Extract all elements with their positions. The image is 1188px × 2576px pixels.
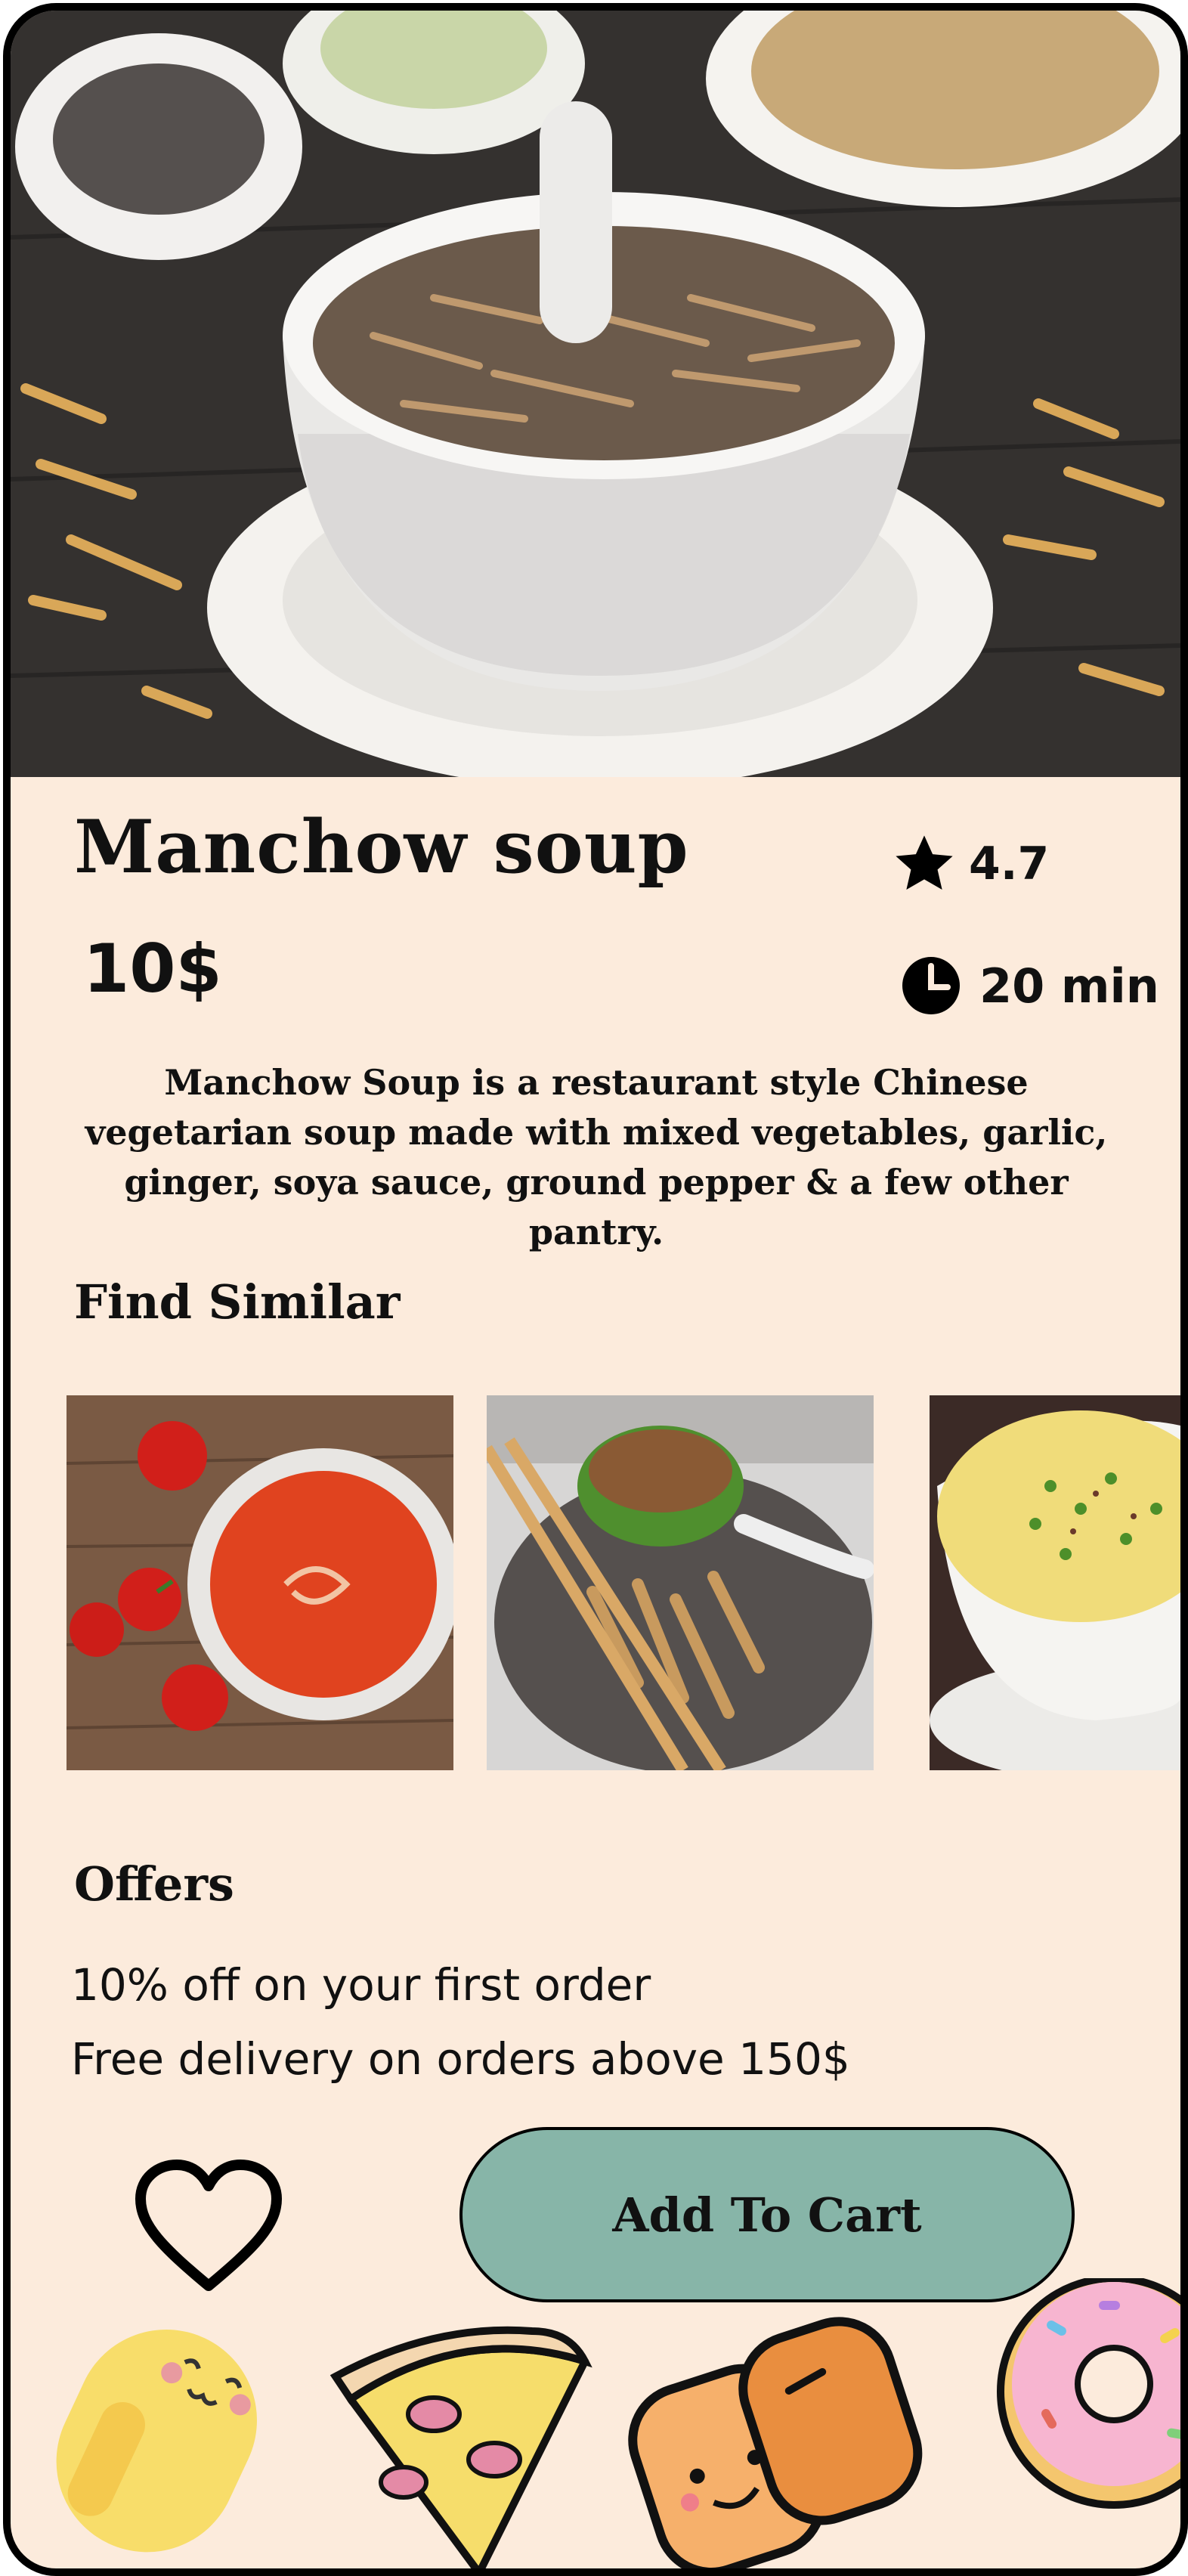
add-to-cart-button[interactable]: Add To Cart — [459, 2127, 1075, 2302]
price: 10$ — [83, 930, 222, 1008]
offers-heading: Offers — [74, 1856, 234, 1912]
offer-free-delivery: Free delivery on orders above 150$ — [71, 2033, 850, 2085]
product-title: Manchow soup — [74, 804, 689, 890]
prep-time: 20 min — [901, 955, 1159, 1016]
prep-time-value: 20 min — [979, 958, 1159, 1014]
star-icon — [896, 835, 953, 890]
offer-first-order: 10% off on your first order — [71, 1959, 651, 2011]
food-stickers-decoration — [11, 2274, 1180, 2568]
rating-value: 4.7 — [969, 838, 1050, 890]
phone-frame: Manchow soup 4.7 10$ 20 min Manchow Soup… — [3, 3, 1188, 2576]
similar-item-corn-soup[interactable] — [930, 1395, 1180, 1770]
rating: 4.7 — [892, 831, 1049, 896]
similar-item-hot-and-sour-soup[interactable] — [487, 1395, 874, 1770]
heart-icon[interactable] — [133, 2157, 284, 2296]
product-description: Manchow Soup is a restaurant style Chine… — [85, 1062, 1108, 1252]
similar-item-tomato-soup[interactable] — [67, 1395, 453, 1770]
find-similar-heading: Find Similar — [74, 1274, 401, 1330]
clock-icon — [902, 957, 960, 1014]
hero-image — [11, 11, 1180, 777]
